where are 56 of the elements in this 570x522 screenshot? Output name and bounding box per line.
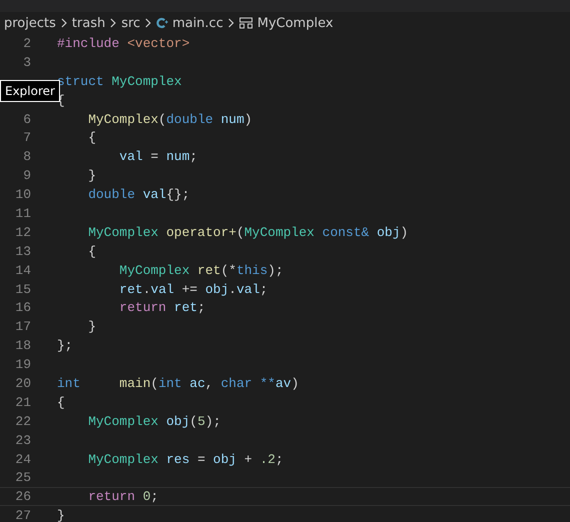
code-line: val = num; [118, 149, 198, 164]
code-line: { [87, 244, 96, 259]
chevron-icon [227, 18, 236, 28]
code-line: ret.val += obj.val; [118, 282, 268, 297]
line-number: 19 [15, 357, 31, 372]
code-line: #include <vector> [57, 36, 190, 51]
code-line: MyComplex ret(*this); [118, 262, 284, 278]
breadcrumb-item[interactable]: main.cc [172, 16, 224, 30]
breadcrumb-item[interactable]: trash [72, 16, 106, 30]
code-line: { [57, 394, 65, 410]
line-number: 14 [15, 262, 31, 278]
code-line: MyComplex operator+(MyComplex const& obj) [87, 224, 408, 240]
tooltip: Explorer [0, 80, 60, 102]
line-number: 20 [15, 376, 31, 391]
line-number: 23 [15, 432, 31, 448]
line-number: 9 [23, 168, 31, 184]
code-line: }; [57, 338, 73, 354]
line-number: 21 [15, 394, 31, 410]
line-number: 6 [23, 112, 31, 126]
breadcrumb-item[interactable]: MyComplex [257, 16, 334, 30]
code-line: } [87, 319, 96, 334]
code-line: MyComplex obj(5); [87, 414, 221, 429]
line-number: 8 [23, 149, 31, 164]
line-number: 12 [15, 224, 31, 240]
breadcrumb-item[interactable]: projects [4, 16, 56, 30]
line-number: 15 [15, 282, 31, 297]
code-line: { [87, 130, 96, 146]
line-number: 26 [15, 489, 31, 504]
breadcrumb-item[interactable]: src [121, 16, 140, 30]
line-number: 25 [15, 470, 31, 486]
line-number: 13 [15, 244, 31, 259]
line-number: 18 [15, 338, 31, 354]
code-line: } [57, 508, 65, 522]
code-line: struct MyComplex [57, 74, 182, 89]
line-number: 11 [15, 206, 31, 221]
line-number: 24 [15, 452, 31, 467]
line-number: 10 [15, 187, 31, 202]
struct-icon [239, 17, 254, 29]
line-number: 16 [15, 300, 31, 316]
code-line: double val{}; [87, 187, 190, 202]
code-line: } [87, 168, 96, 184]
code-line: return ret; [118, 300, 206, 316]
line-number: 7 [23, 130, 31, 146]
line-number: 2 [23, 36, 31, 51]
line-number: 17 [15, 319, 31, 334]
code-line: int main(int ac, char **av) [57, 376, 299, 391]
code-line: MyComplex(double num) [87, 112, 252, 126]
code-line: return 0; [87, 489, 158, 504]
line-number: 3 [23, 54, 31, 70]
chevron-icon [144, 18, 152, 28]
cpp-file-icon [156, 17, 168, 29]
chevron-icon [109, 18, 118, 28]
chevron-icon [60, 18, 68, 28]
code-line: MyComplex res = obj + .2; [87, 452, 284, 467]
line-number: 22 [15, 414, 31, 429]
line-number: 27 [15, 508, 31, 522]
